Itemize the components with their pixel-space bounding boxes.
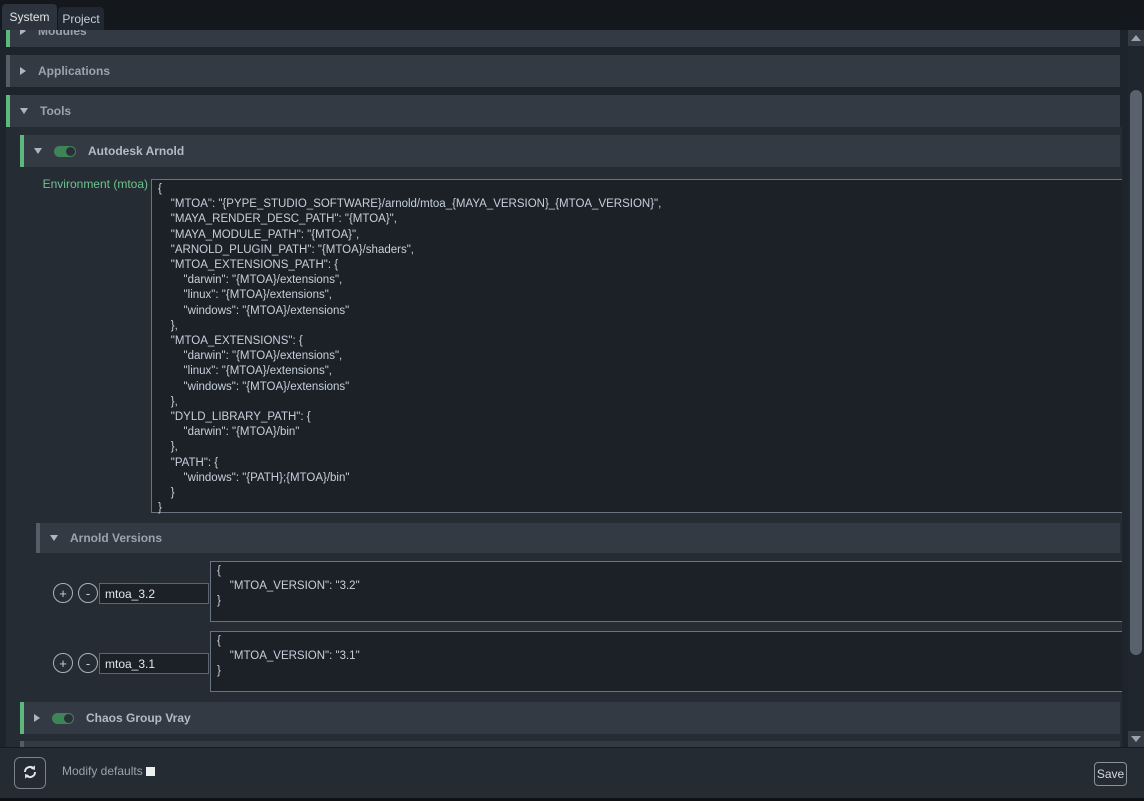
add-version-button[interactable]: + bbox=[53, 583, 73, 603]
arrow-down-icon bbox=[1131, 736, 1141, 742]
arrow-up-icon bbox=[1131, 35, 1141, 41]
section-header-modules[interactable]: Modules bbox=[6, 30, 1120, 47]
footer-bar: Modify defaults Save bbox=[0, 747, 1144, 798]
remove-version-button[interactable]: - bbox=[78, 653, 98, 673]
vertical-scrollbar[interactable] bbox=[1128, 30, 1144, 747]
chevron-right-icon bbox=[20, 30, 26, 35]
remove-version-button[interactable]: - bbox=[78, 583, 98, 603]
chevron-right-icon bbox=[34, 714, 40, 722]
version-json-editor[interactable]: { "MTOA_VERSION": "3.2" } bbox=[210, 561, 1122, 622]
section-header-arnold-versions[interactable]: Arnold Versions bbox=[36, 523, 1120, 553]
add-version-button[interactable]: + bbox=[53, 653, 73, 673]
environment-label: Environment (mtoa) bbox=[28, 177, 148, 191]
settings-tab-bar: System Project bbox=[0, 0, 1144, 30]
section-header-applications[interactable]: Applications bbox=[6, 55, 1120, 87]
section-header-autodesk-arnold[interactable]: Autodesk Arnold bbox=[20, 135, 1120, 167]
section-title: Chaos Group Vray bbox=[86, 711, 191, 725]
scrollbar-thumb[interactable] bbox=[1130, 90, 1142, 655]
scroll-down-button[interactable] bbox=[1128, 731, 1144, 747]
version-name-input[interactable] bbox=[99, 653, 209, 674]
version-name-input[interactable] bbox=[99, 583, 209, 604]
modify-defaults-label: Modify defaults bbox=[62, 764, 143, 778]
section-title: Applications bbox=[38, 64, 110, 78]
version-json-text: { "MTOA_VERSION": "3.2" } bbox=[211, 562, 1122, 610]
tab-system[interactable]: System bbox=[2, 4, 57, 30]
tab-project[interactable]: Project bbox=[58, 7, 104, 30]
section-header-chaos-group-vray[interactable]: Chaos Group Vray bbox=[20, 702, 1120, 734]
version-json-editor[interactable]: { "MTOA_VERSION": "3.1" } bbox=[210, 631, 1122, 692]
chevron-down-icon bbox=[34, 148, 42, 154]
refresh-icon bbox=[22, 764, 38, 783]
save-button[interactable]: Save bbox=[1094, 762, 1127, 786]
section-title: Arnold Versions bbox=[70, 531, 162, 545]
section-title: Autodesk Arnold bbox=[88, 144, 184, 158]
scroll-up-button[interactable] bbox=[1128, 30, 1144, 46]
section-title: Modules bbox=[38, 30, 87, 38]
tools-section-body: Autodesk Arnold Environment (mtoa) { "MT… bbox=[6, 127, 1122, 747]
chevron-down-icon bbox=[20, 108, 28, 114]
refresh-button[interactable] bbox=[14, 757, 46, 789]
chevron-down-icon bbox=[50, 535, 58, 541]
environment-json-text: { "MTOA": "{PYPE_STUDIO_SOFTWARE}/arnold… bbox=[152, 180, 1122, 516]
version-json-text: { "MTOA_VERSION": "3.1" } bbox=[211, 632, 1122, 680]
modify-defaults-checkbox[interactable] bbox=[146, 767, 155, 776]
section-title: Tools bbox=[40, 104, 71, 118]
chevron-right-icon bbox=[20, 67, 26, 75]
environment-json-editor[interactable]: { "MTOA": "{PYPE_STUDIO_SOFTWARE}/arnold… bbox=[151, 179, 1122, 513]
settings-content: Modules Applications Tools Autodesk Arno… bbox=[0, 30, 1128, 747]
enabled-toggle[interactable] bbox=[54, 146, 76, 157]
enabled-toggle[interactable] bbox=[52, 713, 74, 724]
settings-scroll-area: Modules Applications Tools Autodesk Arno… bbox=[0, 30, 1144, 747]
section-header-tools[interactable]: Tools bbox=[6, 95, 1120, 127]
